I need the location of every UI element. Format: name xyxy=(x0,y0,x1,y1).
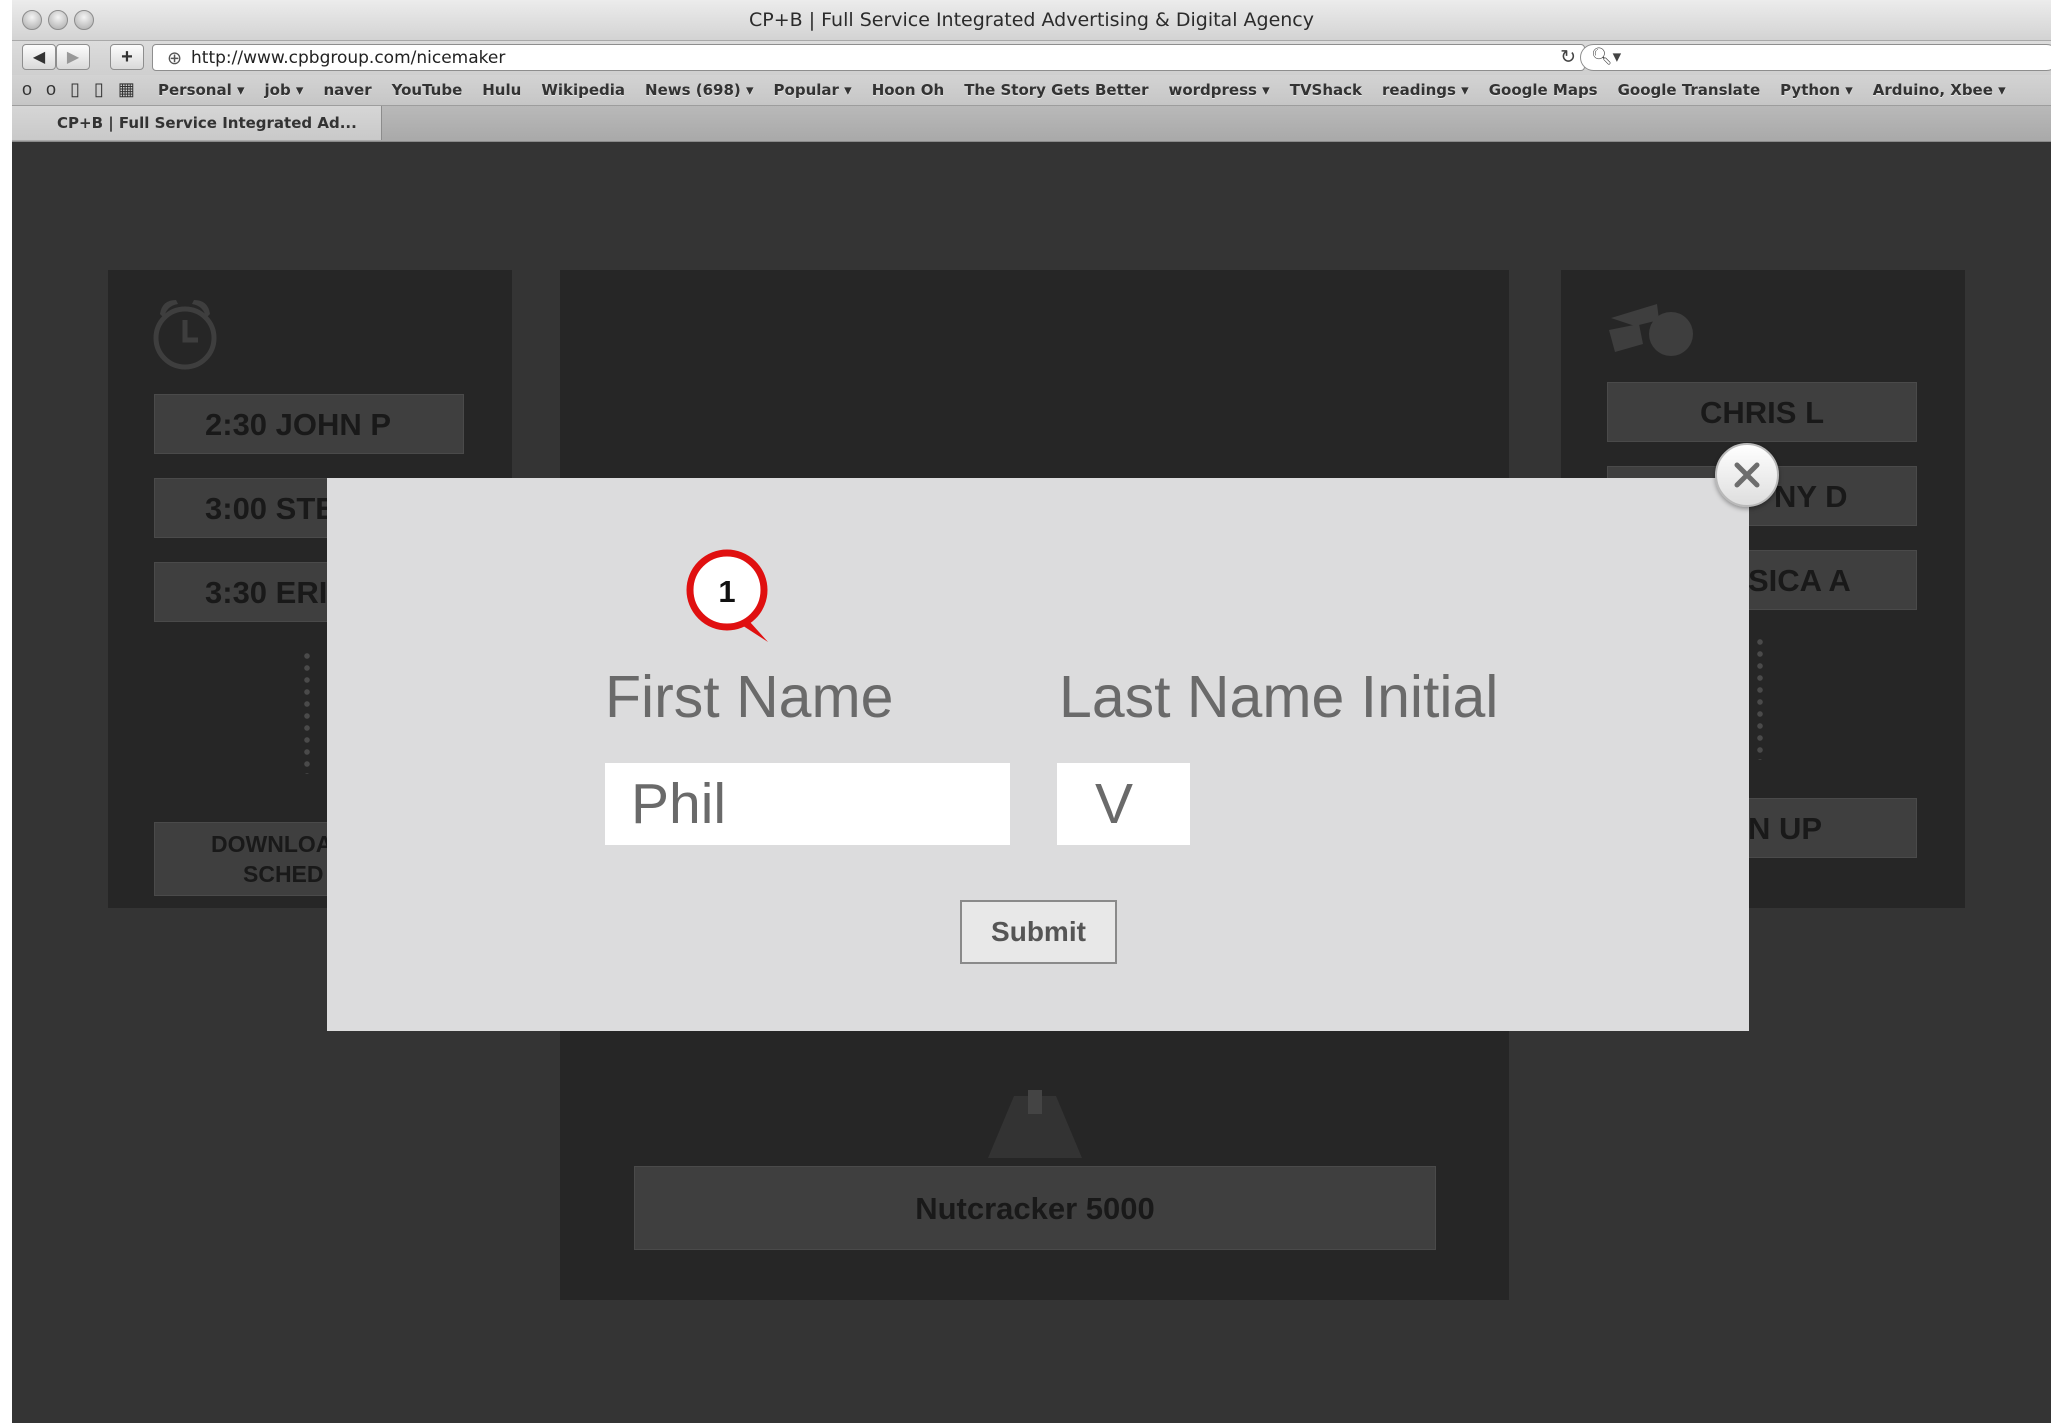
browser-toolbar: ◀ ▶ + ⊕ http://www.cpbgroup.com/nicemake… xyxy=(12,41,2051,75)
grid-icon[interactable]: ▦ xyxy=(118,79,149,99)
bookmark-item[interactable]: wordpress ▾ xyxy=(1169,81,1270,99)
annotation-marker: 1 xyxy=(684,546,770,651)
more-dots xyxy=(1757,636,1763,760)
nutcracker-icon xyxy=(988,1090,1082,1158)
tab-bar: CP+B | Full Service Integrated Ad... xyxy=(12,106,2051,142)
bookmark-item[interactable]: Wikipedia xyxy=(541,81,625,99)
address-bar[interactable]: ⊕ http://www.cpbgroup.com/nicemaker ↻ xyxy=(152,44,1585,71)
close-icon xyxy=(1734,462,1760,488)
browser-chrome: CP+B | Full Service Integrated Advertisi… xyxy=(12,0,2051,142)
plus-icon: + xyxy=(121,45,133,68)
bookmark-item[interactable]: YouTube xyxy=(392,81,463,99)
first-name-input[interactable] xyxy=(605,763,1010,845)
reload-icon[interactable]: ↻ xyxy=(1560,46,1576,69)
last-name-initial-input[interactable] xyxy=(1057,763,1190,845)
product-label-box[interactable]: Nutcracker 5000 xyxy=(634,1166,1436,1250)
bookmark-item[interactable]: Popular ▾ xyxy=(774,81,852,99)
url-text: http://www.cpbgroup.com/nicemaker xyxy=(191,48,506,68)
last-name-initial-label: Last Name Initial xyxy=(1059,664,1499,730)
bookmark-tools-icons[interactable]: oo▯▯▦ xyxy=(22,79,149,100)
back-button[interactable]: ◀ xyxy=(22,44,56,70)
bookmark-item[interactable]: Personal ▾ xyxy=(158,81,245,99)
window-titlebar: CP+B | Full Service Integrated Advertisi… xyxy=(12,0,2051,41)
more-dots xyxy=(304,650,310,774)
alarm-clock-icon xyxy=(153,300,217,370)
bookmark-item[interactable]: Google Maps xyxy=(1489,81,1598,99)
bookmark-item[interactable]: Python ▾ xyxy=(1780,81,1853,99)
window-title: CP+B | Full Service Integrated Advertisi… xyxy=(749,9,1314,31)
schedule-item[interactable]: 2:30 JOHN P xyxy=(154,394,464,454)
bookmark-item[interactable]: naver xyxy=(323,81,371,99)
reading-glasses-icon[interactable]: oo xyxy=(22,79,70,99)
back-arrow-icon: ◀ xyxy=(32,49,46,66)
add-bookmark-button[interactable]: + xyxy=(110,44,144,70)
globe-icon: ⊕ xyxy=(167,48,183,68)
bookmark-item[interactable]: Hoon Oh xyxy=(872,81,945,99)
bookmark-item[interactable]: Google Translate xyxy=(1618,81,1761,99)
bookmarks-bar: oo▯▯▦ Personal ▾ job ▾ naver YouTube Hulu Wik… xyxy=(12,75,2051,106)
bookmark-item[interactable]: The Story Gets Better xyxy=(964,81,1148,99)
bookmark-item[interactable]: readings ▾ xyxy=(1382,81,1469,99)
bookmark-item[interactable]: News (698) ▾ xyxy=(645,81,754,99)
bookmark-item[interactable]: Arduino, Xbee ▾ xyxy=(1873,81,2006,99)
tab-active[interactable]: CP+B | Full Service Integrated Ad... xyxy=(12,106,382,140)
bookmark-list: Personal ▾ job ▾ naver YouTube Hulu Wikipedia… xyxy=(158,81,2026,99)
forward-arrow-icon: ▶ xyxy=(66,49,80,66)
whistle-icon xyxy=(1609,304,1693,356)
bookmark-item[interactable]: job ▾ xyxy=(265,81,304,99)
tab-title: CP+B | Full Service Integrated Ad... xyxy=(57,114,357,132)
book-icon[interactable]: ▯▯ xyxy=(70,79,118,99)
search-icon: 🔍︎▾ xyxy=(1591,47,1622,66)
forward-button[interactable]: ▶ xyxy=(56,44,90,70)
annotation-number: 1 xyxy=(718,574,736,609)
modal-close-button[interactable] xyxy=(1715,443,1779,507)
bookmark-item[interactable]: Hulu xyxy=(482,81,521,99)
submit-button[interactable]: Submit xyxy=(960,900,1117,964)
name-entry-modal: First Name Last Name Initial Submit xyxy=(327,478,1749,1031)
search-field[interactable]: 🔍︎▾ xyxy=(1580,44,2051,71)
team-member-item[interactable]: CHRIS L xyxy=(1607,382,1917,442)
bookmark-item[interactable]: TVShack xyxy=(1290,81,1362,99)
first-name-label: First Name xyxy=(605,664,894,730)
